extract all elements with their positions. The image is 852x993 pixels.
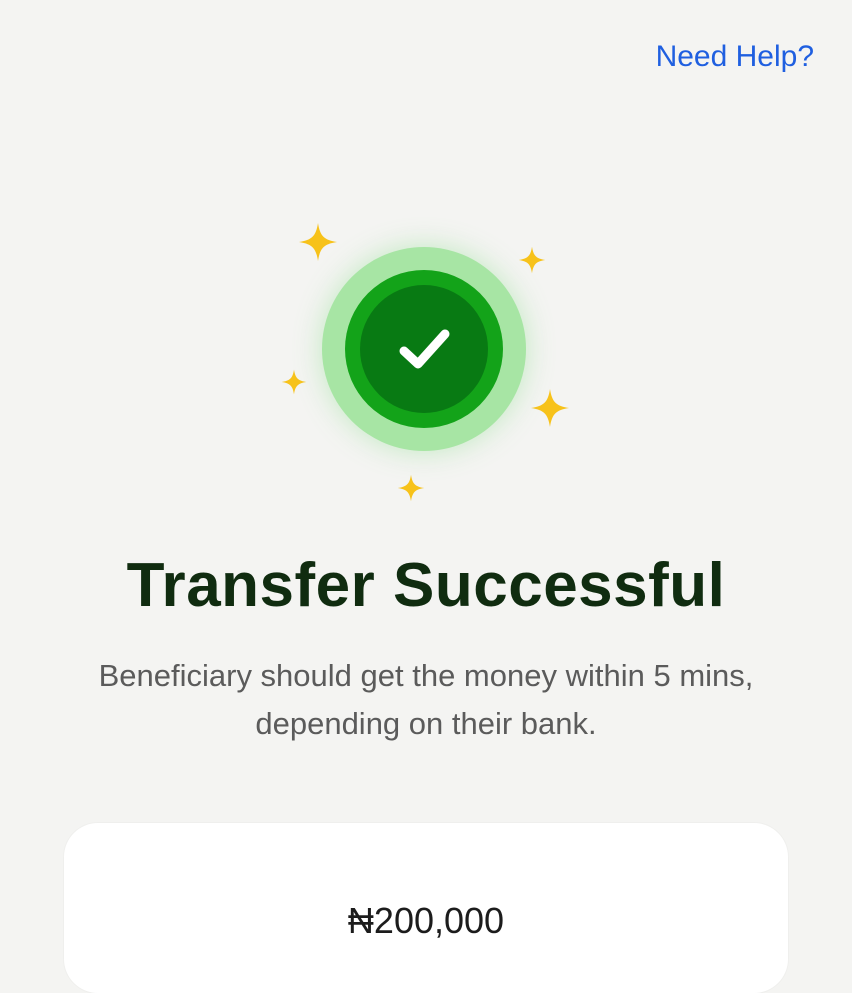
status-message-line: depending on their bank.: [255, 706, 597, 741]
need-help-link[interactable]: Need Help?: [656, 40, 814, 74]
transfer-amount: ₦200,000: [347, 900, 505, 941]
status-message-line: Beneficiary should get the money within …: [98, 658, 754, 693]
sparkle-icon: [397, 474, 425, 502]
success-illustration: [0, 215, 852, 515]
sparkle-icon: [531, 389, 569, 427]
sparkle-icon: [518, 246, 546, 274]
status-message: Beneficiary should get the money within …: [0, 652, 852, 748]
transfer-summary-card: ₦200,000: [64, 823, 788, 993]
success-badge: [360, 285, 488, 413]
check-icon: [399, 329, 450, 369]
page-title: Transfer Successful: [126, 551, 726, 620]
sparkle-icon: [299, 223, 337, 261]
sparkle-icon: [281, 369, 307, 395]
